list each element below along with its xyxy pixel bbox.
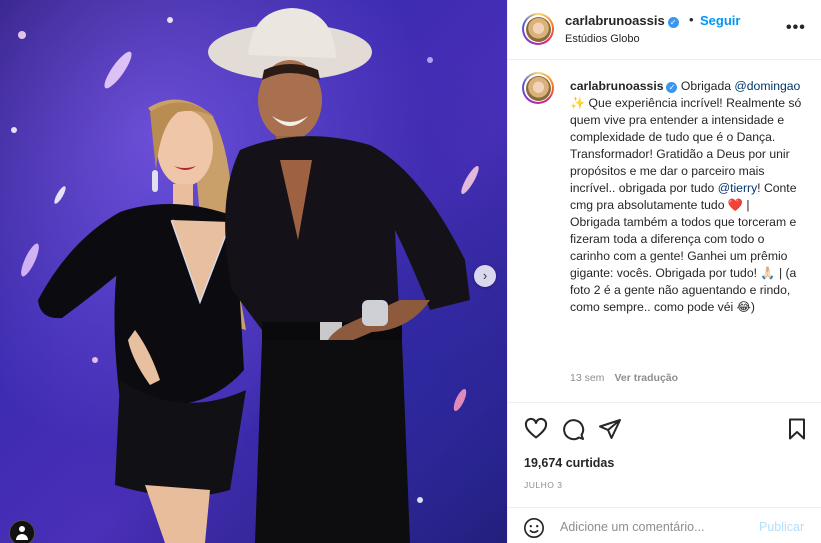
mention-link-tierry[interactable]: @tierry — [718, 181, 757, 195]
emoji-icon[interactable] — [523, 517, 545, 539]
avatar-image — [525, 75, 551, 101]
action-bar — [508, 403, 821, 453]
caption-username-text: carlabrunoassis — [570, 79, 664, 93]
follow-button[interactable]: Seguir — [700, 13, 740, 28]
avatar-image — [525, 16, 551, 42]
caption-avatar[interactable] — [522, 72, 554, 104]
comment-input[interactable] — [560, 517, 750, 537]
photo-illustration — [11, 8, 479, 543]
carousel-next-button[interactable]: › — [474, 265, 496, 287]
username-text: carlabrunoassis — [565, 13, 665, 28]
caption-meta: 13 sem Ver tradução — [570, 372, 678, 384]
caption-section: carlabrunoassis ✓ Obrigada @domingao ✨ Qu… — [508, 60, 821, 403]
comment-icon[interactable] — [561, 417, 585, 441]
share-icon[interactable] — [598, 417, 622, 441]
caption-body-3: ! Conte cmg pra absolutamente tudo ❤️ | … — [570, 181, 797, 314]
verified-badge-icon: ✓ — [666, 82, 678, 93]
caption-username-link[interactable]: carlabrunoassis ✓ — [570, 79, 678, 93]
location-link[interactable]: Estúdios Globo — [565, 33, 640, 45]
post-age: 13 sem — [570, 372, 605, 384]
avatar-ring-inner — [524, 15, 552, 43]
post-date[interactable]: JULHO 3 — [524, 480, 562, 490]
post-header: carlabrunoassis ✓ • Seguir Estúdios Globo… — [508, 0, 821, 60]
woman-figure — [38, 99, 246, 543]
chevron-right-icon: › — [482, 268, 488, 283]
publish-comment-button[interactable]: Publicar — [759, 520, 804, 534]
username-link[interactable]: carlabrunoassis ✓ — [565, 13, 679, 28]
avatar-ring-inner — [524, 74, 552, 102]
caption-body-1: Obrigada — [677, 79, 735, 93]
verified-badge-icon: ✓ — [667, 17, 679, 28]
bookmark-icon[interactable] — [785, 417, 809, 441]
man-figure — [208, 8, 470, 543]
heart-icon[interactable] — [524, 417, 548, 441]
post-side-panel: carlabrunoassis ✓ • Seguir Estúdios Globo… — [507, 0, 821, 543]
header-separator: • — [689, 12, 694, 27]
more-options-icon[interactable]: ••• — [786, 19, 806, 37]
mention-link-domingao[interactable]: @domingao — [734, 79, 800, 93]
post-photo[interactable]: › — [0, 0, 507, 543]
likes-count[interactable]: 19,674 curtidas — [524, 456, 614, 470]
caption-text: carlabrunoassis ✓ Obrigada @domingao ✨ Qu… — [570, 78, 802, 316]
tagged-users-icon[interactable] — [9, 520, 35, 543]
comment-bar: Publicar — [508, 507, 821, 543]
avatar[interactable] — [522, 13, 554, 45]
carousel-indicator — [238, 536, 256, 543]
translate-link[interactable]: Ver tradução — [614, 372, 678, 384]
instagram-post-view: › carlabrunoassis ✓ • Seguir Estúdios Glo… — [0, 0, 821, 543]
